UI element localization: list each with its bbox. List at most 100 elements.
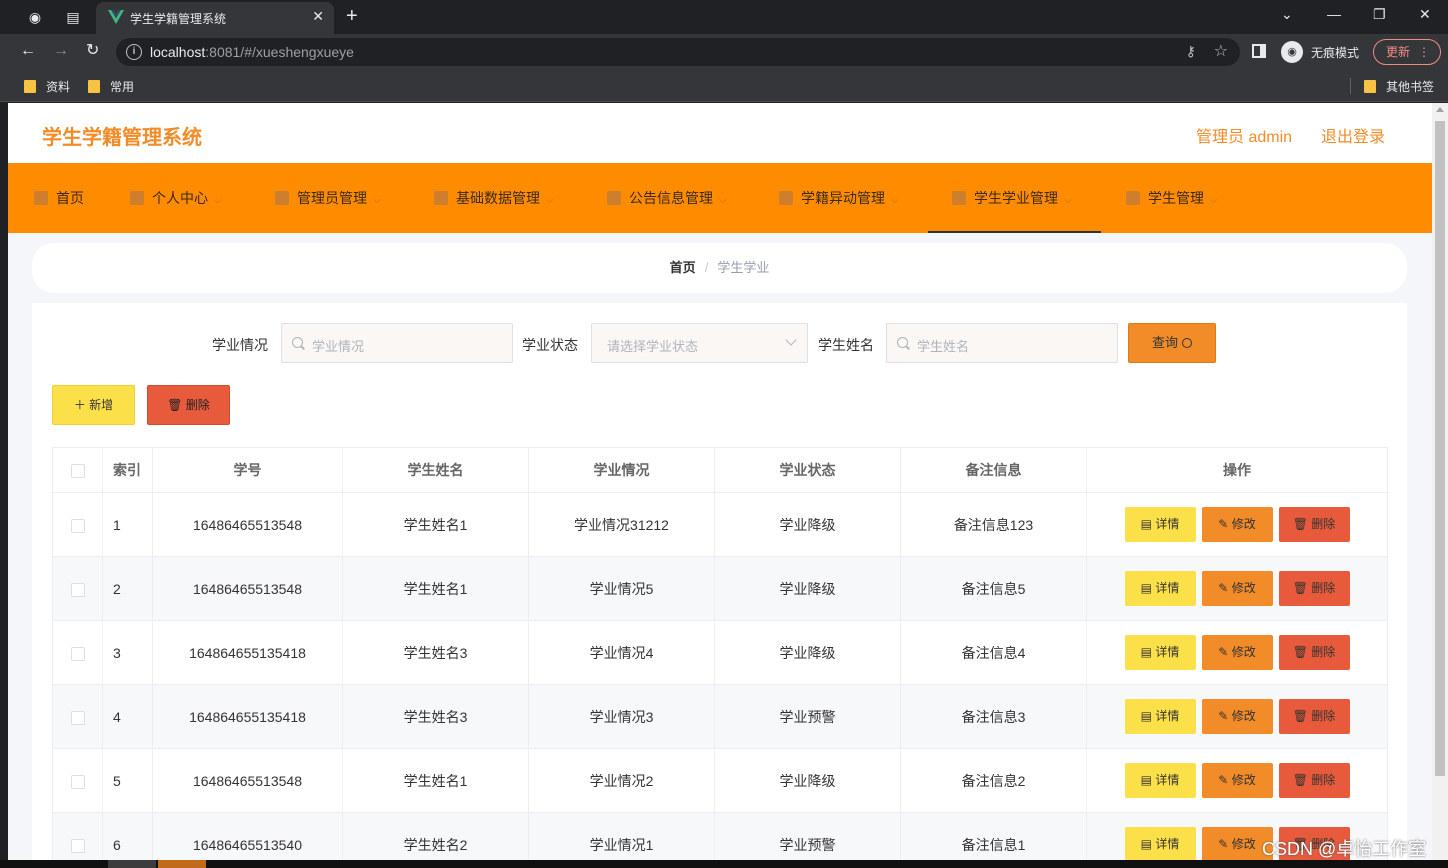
edit-button[interactable]: ✎ 修改	[1201, 763, 1273, 798]
cell-status: 学业降级	[714, 556, 901, 621]
name-input[interactable]: 学生姓名	[886, 323, 1118, 363]
browser-tab-active[interactable]: 学生学籍管理系统 ✕	[96, 2, 334, 34]
address-bar[interactable]: i localhost:8081/#/xueshengxueye ⚷ ☆	[116, 38, 1240, 66]
row-checkbox[interactable]	[70, 774, 85, 789]
breadcrumb: 首页 / 学生学业	[32, 243, 1407, 293]
cell-operations: ▤ 详情 ✎ 修改 🗑 删除	[1086, 748, 1388, 813]
row-checkbox[interactable]	[70, 646, 85, 661]
chevron-down-icon: ⌵	[891, 195, 899, 206]
cell-index: 1	[102, 492, 153, 557]
chevron-down-icon: ⌵	[546, 195, 554, 206]
cell-name: 学生姓名1	[342, 492, 529, 557]
row-select-cell	[52, 492, 103, 557]
breadcrumb-home[interactable]: 首页	[670, 260, 696, 275]
delete-button[interactable]: 🗑 删除	[1278, 571, 1350, 606]
add-button[interactable]: ＋ 新增	[52, 385, 135, 425]
situation-placeholder: 学业情况	[312, 339, 365, 354]
detail-button[interactable]: ▤ 详情	[1124, 635, 1196, 670]
table-row: 6 16486465513540 学生姓名2 学业情况1 学业预警 备注信息1 ▤ 详情 ✎ …	[52, 812, 1388, 860]
globe-icon[interactable]: ◉	[26, 8, 44, 26]
taskbar-item[interactable]	[108, 860, 156, 868]
trash-icon: 🗑	[1292, 773, 1308, 787]
close-window-icon[interactable]: ✕	[1419, 6, 1431, 23]
document-icon: ▤	[1140, 709, 1152, 723]
cell-remark: 备注信息5	[900, 556, 1087, 621]
row-checkbox[interactable]	[70, 710, 85, 725]
status-select[interactable]: 请选择学业状态	[591, 323, 808, 363]
tab-close-icon[interactable]: ✕	[312, 8, 324, 25]
pencil-icon: ✎	[1218, 837, 1229, 851]
batch-delete-button[interactable]: 🗑 删除	[147, 385, 230, 425]
scrollbar-thumb[interactable]	[1435, 121, 1445, 776]
more-menu-icon: ⋮	[1418, 45, 1430, 59]
home-icon	[34, 191, 48, 205]
nav-item-students[interactable]: 学生管理 ⌵	[1126, 163, 1218, 233]
reload-icon[interactable]: ↻	[86, 42, 99, 60]
cell-remark: 备注信息123	[900, 492, 1087, 557]
detail-button[interactable]: ▤ 详情	[1124, 699, 1196, 734]
edit-button[interactable]: ✎ 修改	[1201, 635, 1273, 670]
cell-status: 学业降级	[714, 748, 901, 813]
bookmark-star-icon[interactable]: ☆	[1214, 41, 1228, 61]
detail-button[interactable]: ▤ 详情	[1124, 763, 1196, 798]
page-viewport: 学生学籍管理系统 管理员 admin 退出登录 首页 个人中心 ⌵ 管理员管理 ⌵ …	[8, 103, 1432, 860]
chevron-down-icon: ⌵	[719, 195, 727, 206]
nav-item-home[interactable]: 首页	[34, 163, 84, 233]
maximize-icon[interactable]: ❐	[1373, 6, 1386, 23]
select-all-checkbox[interactable]	[70, 464, 85, 479]
site-info-icon[interactable]: i	[126, 44, 142, 60]
minimize-icon[interactable]: —	[1327, 6, 1341, 22]
key-icon[interactable]: ⚷	[1186, 43, 1196, 60]
edit-button[interactable]: ✎ 修改	[1201, 699, 1273, 734]
pencil-icon: ✎	[1218, 709, 1229, 723]
detail-button[interactable]: ▤ 详情	[1124, 571, 1196, 606]
page-scrollbar[interactable]	[1432, 103, 1448, 860]
document-icon: ▤	[1140, 517, 1152, 531]
edit-button[interactable]: ✎ 修改	[1201, 507, 1273, 542]
delete-button[interactable]: 🗑 删除	[1278, 635, 1350, 670]
detail-button[interactable]: ▤ 详情	[1124, 507, 1196, 542]
tab-page-icon[interactable]: ▤	[64, 8, 82, 26]
taskbar-item[interactable]	[158, 860, 206, 868]
document-icon: ▤	[1140, 645, 1152, 659]
logout-link[interactable]: 退出登录	[1321, 123, 1385, 147]
situation-input[interactable]: 学业情况	[281, 323, 513, 363]
update-label: 更新	[1386, 45, 1411, 59]
side-panel-icon[interactable]	[1252, 44, 1266, 58]
breadcrumb-separator: /	[704, 260, 709, 275]
bookmark-folder-ziliao[interactable]: 资料	[24, 78, 70, 95]
row-checkbox[interactable]	[70, 518, 85, 533]
delete-button[interactable]: 🗑 删除	[1278, 699, 1350, 734]
update-button[interactable]: 更新 ⋮	[1373, 39, 1441, 65]
bookmark-folder-changyong[interactable]: 常用	[88, 78, 134, 95]
bookmark-folder-other[interactable]: 其他书签	[1364, 78, 1434, 95]
delete-button[interactable]: 🗑 删除	[1278, 507, 1350, 542]
nav-item-announcement[interactable]: 公告信息管理 ⌵	[607, 163, 727, 233]
new-tab-icon[interactable]: +	[346, 6, 358, 26]
search-icon	[292, 337, 303, 348]
main-nav: 首页 个人中心 ⌵ 管理员管理 ⌵ 基础数据管理 ⌵ 公告信息管理 ⌵ 学籍异动管理 ⌵ …	[8, 163, 1432, 233]
table-row: 1 16486465513548 学生姓名1 学业情况31212 学业降级 备注信息123…	[52, 492, 1388, 557]
delete-button[interactable]: 🗑 删除	[1278, 763, 1350, 798]
nav-item-admin[interactable]: 管理员管理 ⌵	[275, 163, 381, 233]
bookmarks-divider	[1350, 78, 1351, 94]
nav-item-personal[interactable]: 个人中心 ⌵	[130, 163, 222, 233]
chevron-down-icon: ⌵	[214, 195, 222, 206]
nav-item-academic[interactable]: 学生学业管理 ⌵	[928, 163, 1101, 233]
status-label: 学业状态	[522, 337, 578, 353]
back-icon[interactable]: ←	[20, 42, 36, 60]
forward-icon[interactable]: →	[53, 42, 69, 60]
row-checkbox[interactable]	[70, 582, 85, 597]
header-student-no: 学号	[152, 447, 343, 493]
edit-button[interactable]: ✎ 修改	[1201, 571, 1273, 606]
chevron-down-icon	[785, 334, 797, 346]
chevron-down-icon: ⌵	[373, 195, 381, 206]
row-checkbox[interactable]	[70, 838, 85, 853]
detail-button[interactable]: ▤ 详情	[1124, 827, 1196, 860]
nav-item-basic-data[interactable]: 基础数据管理 ⌵	[434, 163, 554, 233]
query-button[interactable]: 查询	[1128, 323, 1216, 363]
cell-student-no: 16486465513540	[152, 812, 343, 860]
tab-search-chevron-icon[interactable]: ⌄	[1281, 6, 1293, 23]
nav-item-status-change[interactable]: 学籍异动管理 ⌵	[779, 163, 899, 233]
scroll-up-arrow-icon[interactable]	[1436, 107, 1444, 112]
